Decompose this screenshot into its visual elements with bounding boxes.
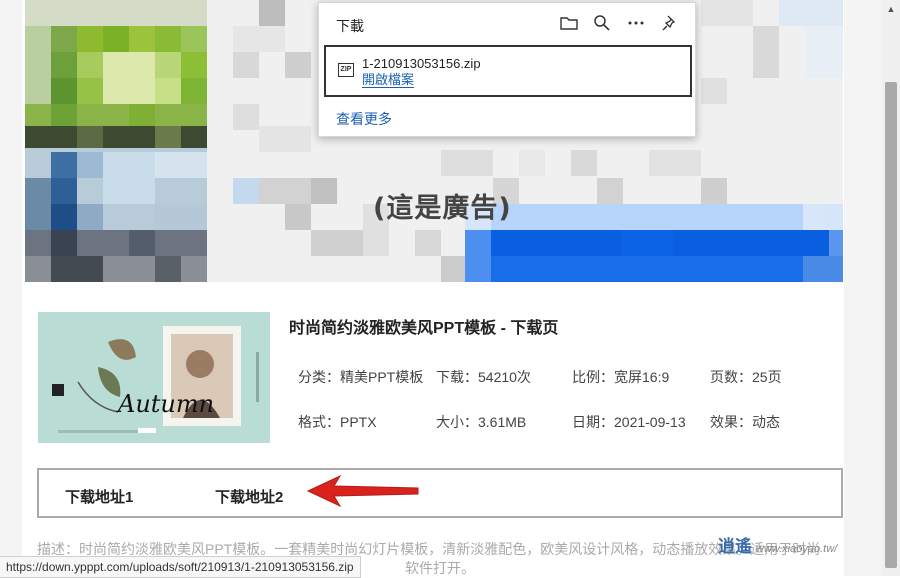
meta-label: 格式： (298, 414, 340, 430)
ad-label: (這是廣告) (373, 193, 512, 224)
meta-category: 分类：精美PPT模板 (298, 367, 423, 387)
product-title: 时尚简约淡雅欧美风PPT模板 - 下载页 (289, 320, 559, 337)
search-icon[interactable] (592, 13, 612, 33)
download-file-name: 1-210913053156.zip (362, 56, 481, 71)
meta-value: 精美PPT模板 (340, 369, 424, 385)
download-item[interactable]: ZIP 1-210913053156.zip 開啟檔案 (324, 45, 692, 97)
meta-pages: 页数：25页 (710, 367, 782, 387)
download-links-box: 下载地址1 下载地址2 (37, 468, 843, 518)
scrollbar-thumb[interactable] (885, 82, 897, 568)
more-icon[interactable] (626, 13, 646, 33)
download-link-1[interactable]: 下载地址1 (65, 486, 133, 507)
meta-size: 大小：3.61MB (436, 412, 526, 432)
downloads-panel-title: 下載 (336, 18, 364, 34)
page-scrollbar[interactable]: ▲ (882, 0, 900, 576)
meta-value: 动态 (752, 414, 780, 430)
meta-effect: 效果：动态 (710, 412, 780, 432)
product-thumbnail[interactable]: Autumn (38, 312, 270, 443)
red-arrow-annotation (306, 474, 419, 508)
meta-label: 比例： (572, 369, 614, 385)
meta-label: 页数： (710, 369, 752, 385)
meta-value: 宽屏16:9 (614, 369, 670, 385)
downloads-panel: 下載 ZIP 1-210913053156.zip 開啟檔案 查看更多 (318, 2, 696, 137)
meta-label: 大小： (436, 414, 478, 430)
see-more-link[interactable]: 查看更多 (336, 109, 392, 129)
description-text-line2: 软件打开。 (405, 560, 475, 576)
download-link-2[interactable]: 下载地址2 (215, 486, 283, 507)
thumbnail-script-text: Autumn (118, 390, 215, 418)
meta-label: 效果： (710, 414, 752, 430)
meta-label: 分类： (298, 369, 340, 385)
site-watermark: 逍遙 www.xiaoyao.tw/ (718, 532, 837, 557)
scroll-up-arrow-icon[interactable]: ▲ (882, 0, 900, 18)
meta-downloads: 下载：54210次 (436, 367, 531, 387)
watermark-brand: 逍遙 (718, 537, 752, 556)
zip-file-icon: ZIP (338, 63, 354, 77)
meta-format: 格式：PPTX (298, 412, 377, 432)
meta-ratio: 比例：宽屏16:9 (572, 367, 669, 387)
meta-label: 下载： (436, 369, 478, 385)
folder-icon[interactable] (559, 13, 579, 33)
thumbnail-artwork (38, 312, 270, 443)
meta-date: 日期：2021-09-13 (572, 412, 686, 432)
meta-value: 2021-09-13 (614, 414, 686, 430)
open-file-link[interactable]: 開啟檔案 (362, 73, 415, 88)
watermark-site: www.xiaoyao.tw/ (755, 543, 838, 555)
meta-label: 日期： (572, 414, 614, 430)
pin-icon[interactable] (660, 13, 680, 33)
status-bar-url: https://down.ypppt.com/uploads/soft/2109… (0, 556, 361, 578)
meta-value: 25页 (752, 369, 782, 385)
meta-value: 3.61MB (478, 414, 527, 430)
meta-value: 54210次 (478, 369, 531, 385)
meta-value: PPTX (340, 414, 377, 430)
